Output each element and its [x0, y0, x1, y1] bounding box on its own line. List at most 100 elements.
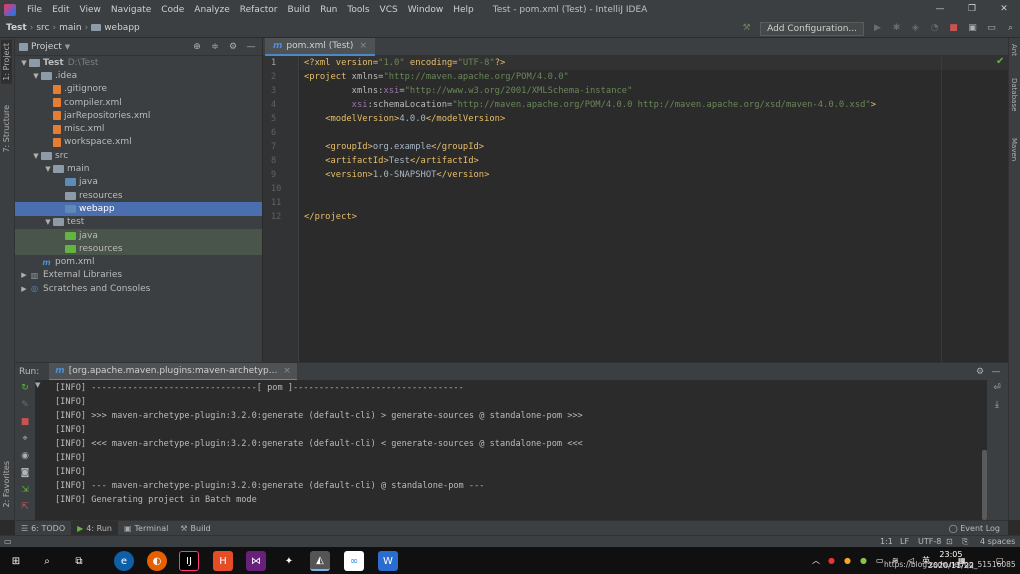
search-icon[interactable]: ⌕: [1001, 19, 1020, 38]
menu-item[interactable]: Code: [156, 5, 189, 15]
scroll-to-end-icon[interactable]: ⤓: [987, 397, 1007, 414]
tree-item[interactable]: java: [15, 176, 262, 189]
menu-item[interactable]: Run: [315, 5, 342, 15]
tree-item[interactable]: compiler.xml: [15, 96, 262, 109]
breadcrumb-src[interactable]: src: [33, 23, 52, 33]
tree-item[interactable]: ▼ .idea: [15, 69, 262, 82]
chevron-down-icon[interactable]: ▼: [43, 165, 53, 173]
camera-icon[interactable]: ◙: [15, 465, 35, 482]
battery-icon[interactable]: ▭: [876, 547, 884, 574]
app-penguin-icon[interactable]: ◭: [310, 551, 330, 571]
modify-run-icon[interactable]: ✎: [15, 397, 35, 414]
intellij-taskbar-icon[interactable]: IJ: [179, 551, 199, 571]
chevron-right-icon[interactable]: ▶: [19, 271, 29, 279]
run-console[interactable]: ▼ [INFO] -------------------------------…: [35, 380, 985, 520]
structure-tool-tab[interactable]: 7: Structure: [1, 102, 12, 156]
tray-expand-icon[interactable]: ︿: [812, 547, 820, 574]
run-config-tab[interactable]: m [org.apache.maven.plugins:maven-archet…: [49, 362, 297, 381]
menu-item[interactable]: Edit: [47, 5, 74, 15]
code-line[interactable]: [300, 196, 1008, 210]
project-tool-tab[interactable]: 1: Project: [1, 40, 12, 84]
stop-icon[interactable]: ■: [944, 19, 963, 38]
tray-app-icon[interactable]: ●: [860, 547, 867, 574]
code-line[interactable]: <?xml version="1.0" encoding="UTF-8"?>: [300, 56, 1008, 70]
close-window-button[interactable]: ✕: [988, 0, 1020, 19]
close-tab-icon[interactable]: ×: [359, 41, 367, 51]
import-icon[interactable]: ⇲: [15, 482, 35, 499]
menu-item[interactable]: Help: [448, 5, 479, 15]
todo-tool-button[interactable]: ☰ 6: TODO: [15, 521, 71, 536]
code-editor[interactable]: <?xml version="1.0" encoding="UTF-8"?> <p…: [300, 56, 1008, 362]
menu-item[interactable]: File: [22, 5, 47, 15]
menu-item[interactable]: Window: [403, 5, 449, 15]
tree-item[interactable]: resources: [15, 189, 262, 202]
chevron-down-icon[interactable]: ▼: [31, 72, 41, 80]
windows-start-icon[interactable]: ⊞: [6, 551, 26, 571]
tree-item[interactable]: workspace.xml: [15, 136, 262, 149]
tree-item[interactable]: misc.xml: [15, 122, 262, 135]
chevron-down-icon[interactable]: ▼: [65, 43, 70, 51]
tree-item[interactable]: java: [15, 228, 262, 243]
breadcrumb-main[interactable]: main: [56, 23, 85, 33]
pin-tab-icon[interactable]: ⌖: [15, 431, 35, 448]
gear-icon[interactable]: ⚙: [972, 363, 988, 381]
code-line[interactable]: <groupId>org.example</groupId>: [300, 140, 1008, 154]
maven-tool-tab[interactable]: Maven: [1010, 136, 1018, 163]
build-tool-button[interactable]: ⚒ Build: [174, 521, 216, 536]
stop-icon[interactable]: ■: [15, 414, 35, 431]
minimize-button[interactable]: —: [924, 0, 956, 19]
run-tool-button[interactable]: ▶ 4: Run: [71, 520, 118, 536]
menu-item[interactable]: Navigate: [106, 5, 156, 15]
breadcrumb-webapp[interactable]: webapp: [88, 23, 143, 33]
chevron-down-icon[interactable]: ▼: [19, 59, 29, 67]
soft-wrap-icon[interactable]: ⏎: [987, 380, 1007, 397]
chevron-down-icon[interactable]: ▼: [43, 218, 53, 226]
tray-app-icon[interactable]: ●: [828, 547, 835, 574]
profile-icon[interactable]: ◔: [925, 19, 944, 38]
tree-item[interactable]: ▶ ◎ Scratches and Consoles: [15, 282, 262, 295]
database-tool-tab[interactable]: Database: [1010, 76, 1018, 113]
tree-item[interactable]: jarRepositories.xml: [15, 109, 262, 122]
ant-tool-tab[interactable]: Ant: [1010, 42, 1018, 58]
edge-browser-icon[interactable]: e: [114, 551, 134, 571]
code-line[interactable]: <artifactId>Test</artifactId>: [300, 154, 1008, 168]
menu-item[interactable]: Build: [283, 5, 316, 15]
code-line[interactable]: [300, 126, 1008, 140]
hide-panel-icon[interactable]: —: [988, 363, 1004, 381]
task-view-icon[interactable]: ⧉: [69, 551, 89, 571]
notification-icon[interactable]: ▢: [996, 547, 1004, 574]
project-structure-icon[interactable]: ▣: [963, 19, 982, 38]
code-line[interactable]: <version>1.0-SNAPSHOT</version>: [300, 168, 1008, 182]
code-line[interactable]: xsi:schemaLocation="http://maven.apache.…: [300, 98, 1008, 112]
gear-icon[interactable]: ⚙: [224, 38, 242, 56]
word-icon[interactable]: W: [378, 551, 398, 571]
menu-item[interactable]: Refactor: [235, 5, 283, 15]
tree-item[interactable]: ▼ src: [15, 149, 262, 162]
menu-item[interactable]: Tools: [342, 5, 374, 15]
favorites-tool-tab[interactable]: 2: Favorites: [1, 458, 12, 510]
exit-icon[interactable]: ⇱: [15, 499, 35, 516]
vcs-icon[interactable]: ▭: [982, 19, 1001, 38]
tree-item[interactable]: ▶ ▥ External Libraries: [15, 269, 262, 282]
tree-item[interactable]: m pom.xml: [15, 255, 262, 268]
build-hammer-icon[interactable]: ⚒: [737, 19, 756, 38]
search-icon[interactable]: ⌕: [37, 551, 57, 571]
tree-item[interactable]: webapp: [15, 202, 262, 216]
terminal-tool-button[interactable]: ▣ Terminal: [118, 521, 174, 536]
tab-pom-xml[interactable]: m pom.xml (Test) ×: [265, 38, 375, 56]
code-line[interactable]: xmlns:xsi="http://www.w3.org/2001/XMLSch…: [300, 84, 1008, 98]
tree-item[interactable]: ▼ Test D:\Test: [15, 56, 262, 69]
restore-button[interactable]: ❐: [956, 0, 988, 19]
code-line[interactable]: </project>: [300, 210, 1008, 224]
tree-item[interactable]: ▼ main: [15, 162, 262, 175]
baidu-netdisk-icon[interactable]: ∞: [344, 551, 364, 571]
coverage-icon[interactable]: ◈: [906, 19, 925, 38]
chevron-right-icon[interactable]: ▶: [19, 285, 29, 293]
eye-icon[interactable]: ◉: [15, 448, 35, 465]
tree-item[interactable]: ▼ test: [15, 216, 262, 229]
collapse-all-icon[interactable]: ≑: [206, 38, 224, 56]
app-icon[interactable]: ✦: [279, 551, 299, 571]
menu-item[interactable]: VCS: [375, 5, 403, 15]
code-line[interactable]: [300, 182, 1008, 196]
code-line[interactable]: <project xmlns="http://maven.apache.org/…: [300, 70, 1008, 84]
